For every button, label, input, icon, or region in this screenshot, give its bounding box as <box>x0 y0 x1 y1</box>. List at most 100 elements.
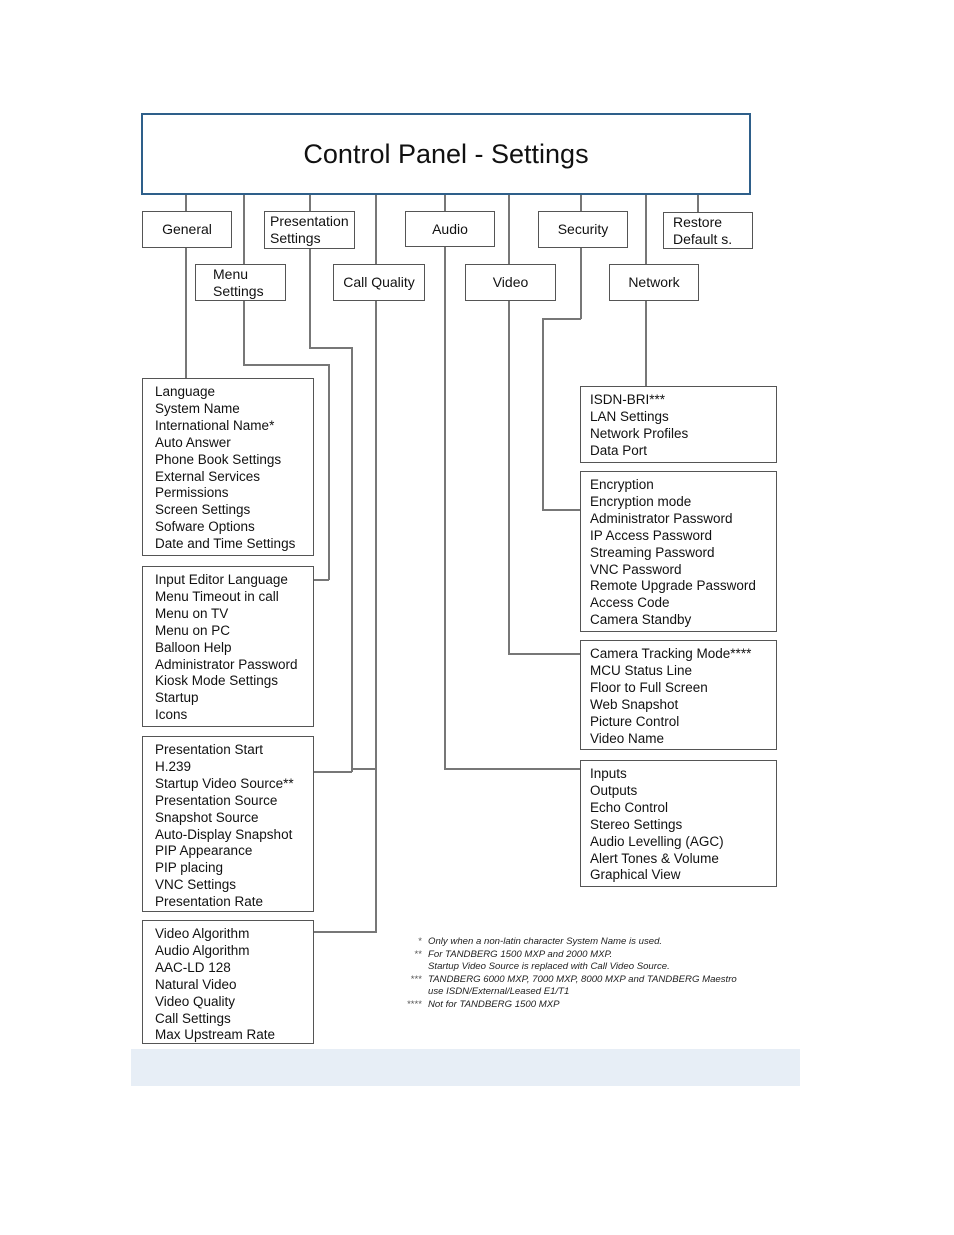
list-item: Streaming Password <box>590 544 715 560</box>
list-item: Input Editor Language <box>155 572 288 587</box>
connector-menu-settings-v <box>328 364 330 580</box>
list-item: International Name* <box>155 417 275 433</box>
list-network: ISDN-BRI*** LAN Settings Network Profile… <box>580 386 777 463</box>
footnote: ** For TANDBERG 1500 MXP and 2000 MXP. <box>400 949 737 962</box>
list-audio: Inputs Outputs Echo Control Stereo Setti… <box>580 760 777 887</box>
category-network-label: Network <box>628 274 680 290</box>
list-item: Startup <box>155 690 199 706</box>
list-item: Floor to Full Screen <box>590 679 708 695</box>
connector-security-v <box>542 318 544 510</box>
list-item: Encryption <box>590 477 654 492</box>
list-item: Administrator Password <box>155 656 298 672</box>
list-item: Auto-Display Snapshot <box>155 826 293 842</box>
bottom-band <box>131 1049 800 1086</box>
list-item: H.239 <box>155 758 192 774</box>
list-item: Menu Timeout in call <box>155 588 279 604</box>
list-item: Language <box>155 384 216 399</box>
footnote: * Only when a non-latin character System … <box>400 936 737 949</box>
list-item: PIP placing <box>155 860 224 876</box>
list-item: Encryption mode <box>590 493 692 509</box>
list-item: Presentation Source <box>155 792 278 808</box>
connector-call-quality-h <box>313 931 377 933</box>
list-item: System Name <box>155 400 240 416</box>
list-item: Screen Settings <box>155 502 251 518</box>
list-item: Graphical View <box>590 867 681 883</box>
category-audio-label: Audio <box>432 220 468 237</box>
list-item: Audio Levelling (AGC) <box>590 833 724 849</box>
list-item: External Services <box>155 468 261 484</box>
list-item: Echo Control <box>590 799 669 815</box>
footnote: use ISDN/External/Leased E1/T1 <box>400 986 737 999</box>
connector-audio-h <box>444 768 580 770</box>
diagram-title-box: Control Panel - Settings <box>141 113 751 195</box>
connector-presentation-h2 <box>313 771 352 773</box>
list-item: Icons <box>155 707 188 723</box>
list-item: Video Name <box>590 730 665 746</box>
footnote: Startup Video Source is replaced with Ca… <box>400 961 737 974</box>
category-call-quality: Call Quality <box>333 264 425 301</box>
list-item: Outputs <box>590 782 638 798</box>
footnote-mark: * <box>418 936 422 947</box>
category-security: Security <box>538 211 628 248</box>
footnote-mark: ** <box>414 948 422 960</box>
list-item: Sofware Options <box>155 519 255 535</box>
list-item: Access Code <box>590 595 670 611</box>
list-presentation-settings: Presentation Start H.239 Startup Video S… <box>142 736 314 912</box>
category-general: General <box>142 211 232 248</box>
list-item: Phone Book Settings <box>155 451 282 467</box>
list-item: VNC Password <box>590 561 682 577</box>
footnote-text: use ISDN/External/Leased E1/T1 <box>428 986 570 998</box>
category-restore-defaults: Restore Default s. <box>663 212 753 249</box>
category-network: Network <box>609 264 699 301</box>
list-general: Language System Name International Name*… <box>142 378 314 556</box>
footnote-mark <box>400 986 428 999</box>
footnote-text: Startup Video Source is replaced with Ca… <box>428 961 670 973</box>
list-item: Kiosk Mode Settings <box>155 673 279 689</box>
list-item: Inputs <box>590 766 627 781</box>
list-item: Call Settings <box>155 1010 231 1026</box>
list-item: Menu on TV <box>155 605 229 621</box>
list-item: Picture Control <box>590 713 680 729</box>
list-item: MCU Status Line <box>590 662 693 678</box>
list-item: Balloon Help <box>155 639 232 655</box>
list-security: Encryption Encryption mode Administrator… <box>580 471 777 632</box>
list-call-quality: Video Algorithm Audio Algorithm AAC-LD 1… <box>142 920 314 1044</box>
list-item: Permissions <box>155 485 229 501</box>
list-menu-settings: Input Editor Language Menu Timeout in ca… <box>142 566 314 727</box>
footnote-text: Not for TANDBERG 1500 MXP <box>428 998 560 1010</box>
connector-video-h <box>508 653 580 655</box>
list-item: IP Access Password <box>590 527 713 543</box>
footnote: *** TANDBERG 6000 MXP, 7000 MXP, 8000 MXP… <box>400 974 737 987</box>
connector-audio <box>444 195 446 769</box>
list-item: Presentation Start <box>155 742 264 757</box>
list-item: Remote Upgrade Password <box>590 578 756 594</box>
category-restore-defaults-label: Restore Default s. <box>673 213 733 247</box>
list-item: Auto Answer <box>155 434 231 450</box>
list-item: Administrator Password <box>590 510 733 526</box>
list-item: VNC Settings <box>155 877 237 893</box>
category-video-label: Video <box>492 274 529 290</box>
list-item: Video Quality <box>155 993 236 1009</box>
list-item: Stereo Settings <box>590 816 683 832</box>
connector-call-quality-h2 <box>352 768 376 770</box>
connector-security-h2 <box>542 509 580 511</box>
list-item: Max Upstream Rate <box>155 1027 276 1043</box>
connector-security-h <box>542 318 581 320</box>
list-item: LAN Settings <box>590 408 669 424</box>
list-item: Data Port <box>590 442 648 458</box>
list-item: Alert Tones & Volume <box>590 850 719 866</box>
connector-presentation-v <box>351 347 353 772</box>
list-item: Natural Video <box>155 976 237 992</box>
list-item: Network Profiles <box>590 425 689 441</box>
list-item: Camera Standby <box>590 612 692 628</box>
footnote-mark <box>400 961 428 974</box>
category-presentation-settings-label: Presentation Settings <box>270 213 349 246</box>
list-item: AAC-LD 128 <box>155 959 231 975</box>
category-video: Video <box>465 264 556 301</box>
category-menu-settings-label: Menu Settings <box>213 265 264 299</box>
footnote-mark: *** <box>410 973 422 985</box>
list-item: Web Snapshot <box>590 696 679 712</box>
list-video: Camera Tracking Mode**** MCU Status Line… <box>580 640 777 750</box>
list-item: Presentation Rate <box>155 894 264 910</box>
footnote-text: Only when a non-latin character System N… <box>428 936 663 947</box>
